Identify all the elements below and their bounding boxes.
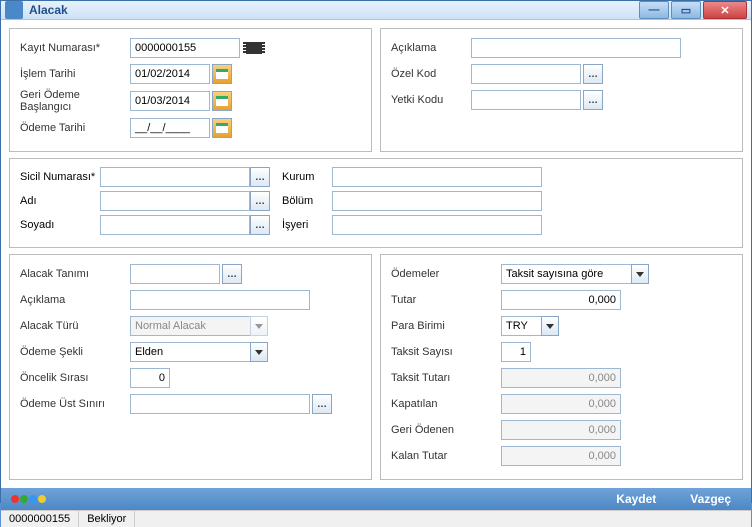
left-aciklama-input[interactable] [130,290,310,310]
chevron-down-icon [250,316,268,336]
panel-header-left: Kayıt Numarası* İşlem Tarihi Geri Ödeme … [9,28,372,152]
taksit-sayisi-input[interactable] [501,342,531,362]
kaydet-button[interactable]: Kaydet [606,488,666,510]
geri-odenen-value [501,420,621,440]
kayit-numarasi-input[interactable] [130,38,240,58]
status-id: 0000000155 [1,511,79,527]
chevron-down-icon[interactable] [631,264,649,284]
titlebar: Alacak — ▭ ✕ [1,1,751,20]
status-bar: 0000000155 Bekliyor [1,510,751,527]
window-title: Alacak [29,3,639,17]
yetki-kodu-input[interactable] [471,90,581,110]
odeme-tarihi-label: Ödeme Tarihi [20,122,130,134]
islem-tarihi-input[interactable] [130,64,210,84]
chevron-down-icon[interactable] [541,316,559,336]
soyadi-label: Soyadı [20,219,100,231]
tutar-label: Tutar [391,294,501,306]
odemeler-label: Ödemeler [391,268,501,280]
odeme-sekli-select[interactable] [130,342,250,362]
geri-odeme-input[interactable] [130,91,210,111]
app-icon [5,1,23,19]
panel-header-right: Açıklama Özel Kod … Yetki Kodu … [380,28,743,152]
bolum-label: Bölüm [282,195,332,207]
adi-label: Adı [20,195,100,207]
oncelik-input[interactable] [130,368,170,388]
panel-left: Alacak Tanımı … Açıklama Alacak Türü [9,254,372,480]
tutar-input[interactable] [501,290,621,310]
odeme-ust-input[interactable] [130,394,310,414]
oncelik-label: Öncelik Sırası [20,372,130,384]
kayit-numarasi-label: Kayıt Numarası* [20,42,130,54]
vazgec-button[interactable]: Vazgeç [680,488,741,510]
maximize-button[interactable]: ▭ [671,1,701,19]
kurum-label: Kurum [282,171,332,183]
para-birimi-select[interactable] [501,316,541,336]
panel-person: Sicil Numarası* … Kurum Adı … Bölüm Soya… [9,158,743,248]
ozel-kod-label: Özel Kod [391,68,471,80]
yetki-kodu-label: Yetki Kodu [391,94,471,106]
geri-odeme-label: Geri Ödeme Başlangıcı [20,89,130,113]
film-icon[interactable] [246,42,262,54]
aciklama-input[interactable] [471,38,681,58]
kalan-tutar-value [501,446,621,466]
status-state: Bekliyor [79,511,135,527]
kurum-input[interactable] [332,167,542,187]
action-bar: Kaydet Vazgeç [1,488,751,510]
adi-input[interactable] [100,191,250,211]
alacak-turu-select [130,316,250,336]
odeme-ust-label: Ödeme Üst Sınırı [20,398,130,410]
calendar-icon[interactable] [212,91,232,111]
calendar-icon[interactable] [212,118,232,138]
calendar-icon[interactable] [212,64,232,84]
soyadi-input[interactable] [100,215,250,235]
lookup-button[interactable]: … [583,90,603,110]
islem-tarihi-label: İşlem Tarihi [20,68,130,80]
alacak-tanimi-input[interactable] [130,264,220,284]
lookup-button[interactable]: … [250,167,270,187]
window: Alacak — ▭ ✕ Kayıt Numarası* İşlem Tarih… [0,0,752,503]
panel-right: Ödemeler Tutar Para Birimi [380,254,743,480]
odeme-sekli-label: Ödeme Şekli [20,346,130,358]
odeme-tarihi-input[interactable] [130,118,210,138]
taksit-tutari-label: Taksit Tutarı [391,372,501,384]
chevron-down-icon[interactable] [250,342,268,362]
lookup-button[interactable]: … [312,394,332,414]
lookup-button[interactable]: … [250,215,270,235]
para-birimi-label: Para Birimi [391,320,501,332]
taksit-tutari-value [501,368,621,388]
color-palette-icon[interactable] [11,495,46,503]
minimize-button[interactable]: — [639,1,669,19]
kapatilan-value [501,394,621,414]
sicil-label: Sicil Numarası* [20,171,100,183]
lookup-button[interactable]: … [222,264,242,284]
alacak-turu-label: Alacak Türü [20,320,130,332]
kalan-tutar-label: Kalan Tutar [391,450,501,462]
geri-odenen-label: Geri Ödenen [391,424,501,436]
left-aciklama-label: Açıklama [20,294,130,306]
isyeri-label: İşyeri [282,219,332,231]
isyeri-input[interactable] [332,215,542,235]
odemeler-select[interactable] [501,264,631,284]
aciklama-label: Açıklama [391,42,471,54]
ozel-kod-input[interactable] [471,64,581,84]
taksit-sayisi-label: Taksit Sayısı [391,346,501,358]
kapatilan-label: Kapatılan [391,398,501,410]
bolum-input[interactable] [332,191,542,211]
close-button[interactable]: ✕ [703,1,747,19]
lookup-button[interactable]: … [583,64,603,84]
lookup-button[interactable]: … [250,191,270,211]
alacak-tanimi-label: Alacak Tanımı [20,268,130,280]
sicil-input[interactable] [100,167,250,187]
